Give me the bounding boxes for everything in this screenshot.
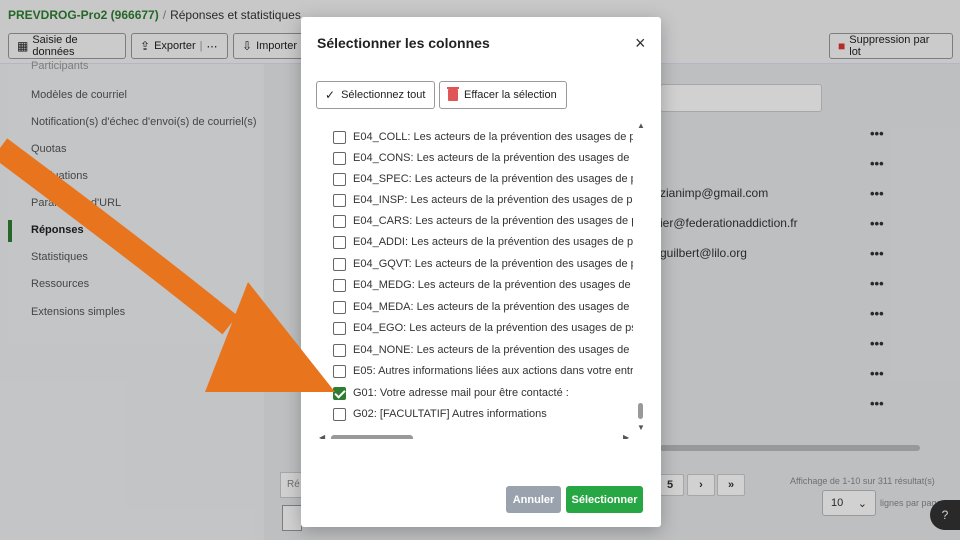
- scroll-thumb[interactable]: [638, 403, 643, 419]
- column-label: E04_SPEC: Les acteurs de la prévention d…: [353, 173, 633, 185]
- close-icon[interactable]: ×: [635, 33, 646, 54]
- column-label: E04_MEDG: Les acteurs de la prévention d…: [353, 279, 633, 291]
- column-label: E04_COLL: Les acteurs de la prévention d…: [353, 131, 633, 143]
- list-item[interactable]: E04_NONE: Les acteurs de la prévention d…: [333, 340, 633, 360]
- list-item[interactable]: E04_COLL: Les acteurs de la prévention d…: [333, 127, 633, 147]
- scroll-up-icon[interactable]: ▲: [637, 121, 645, 130]
- column-label: G01: Votre adresse mail pour être contac…: [353, 387, 569, 399]
- scroll-left-icon[interactable]: ◀: [319, 433, 325, 439]
- checkbox[interactable]: [333, 151, 346, 165]
- list-item[interactable]: G01: Votre adresse mail pour être contac…: [333, 383, 633, 403]
- clear-selection-button[interactable]: Effacer la sélection: [439, 81, 567, 109]
- column-list[interactable]: E04_COLL: Les acteurs de la prévention d…: [317, 117, 647, 439]
- cancel-button[interactable]: Annuler: [506, 486, 561, 513]
- checkbox[interactable]: [333, 193, 346, 207]
- column-label: E04_ADDI: Les acteurs de la prévention d…: [353, 236, 633, 248]
- checkbox[interactable]: [333, 407, 346, 421]
- list-item[interactable]: E04_SPEC: Les acteurs de la prévention d…: [333, 169, 633, 189]
- list-item[interactable]: E04_EGO: Les acteurs de la prévention de…: [333, 318, 633, 338]
- select-button[interactable]: Sélectionner: [566, 486, 643, 513]
- checkbox[interactable]: [333, 343, 346, 357]
- list-item[interactable]: E05: Autres informations liées aux actio…: [333, 361, 633, 381]
- column-label: G02: [FACULTATIF] Autres informations: [353, 408, 547, 420]
- checkbox[interactable]: [333, 130, 346, 144]
- trash-icon: [447, 87, 459, 101]
- list-item[interactable]: G02: [FACULTATIF] Autres informations: [333, 404, 633, 424]
- checkbox[interactable]: [333, 278, 346, 292]
- column-label: E05: Autres informations liées aux actio…: [353, 365, 633, 377]
- scroll-thumb[interactable]: [331, 435, 413, 439]
- column-label: E04_GQVT: Les acteurs de la prévention d…: [353, 258, 633, 270]
- checkbox[interactable]: [333, 172, 346, 186]
- select-all-label: Sélectionnez tout: [341, 89, 426, 101]
- list-horizontal-scrollbar[interactable]: ◀ ▶: [317, 433, 633, 439]
- dialog-title: Sélectionner les colonnes: [317, 35, 490, 51]
- list-item[interactable]: E04_CONS: Les acteurs de la prévention d…: [333, 148, 633, 168]
- clear-selection-label: Effacer la sélection: [464, 89, 557, 101]
- checkbox[interactable]: [333, 300, 346, 314]
- list-item[interactable]: E04_CARS: Les acteurs de la prévention d…: [333, 211, 633, 231]
- list-item[interactable]: E04_MEDA: Les acteurs de la prévention d…: [333, 297, 633, 317]
- list-item[interactable]: E04_INSP: Les acteurs de la prévention d…: [333, 190, 633, 210]
- list-vertical-scrollbar[interactable]: ▲ ▼: [636, 121, 646, 435]
- list-item[interactable]: E04_MEDG: Les acteurs de la prévention d…: [333, 275, 633, 295]
- scroll-down-icon[interactable]: ▼: [637, 423, 645, 432]
- column-label: E04_CONS: Les acteurs de la prévention d…: [353, 152, 633, 164]
- checkbox[interactable]: [333, 235, 346, 249]
- checkbox[interactable]: [333, 257, 346, 271]
- list-item[interactable]: E04_GQVT: Les acteurs de la prévention d…: [333, 254, 633, 274]
- checkbox[interactable]: [333, 321, 346, 335]
- scroll-right-icon[interactable]: ▶: [623, 433, 629, 439]
- checkbox-checked[interactable]: [333, 386, 346, 400]
- column-label: E04_CARS: Les acteurs de la prévention d…: [353, 215, 633, 227]
- column-label: E04_INSP: Les acteurs de la prévention d…: [353, 194, 633, 206]
- list-item[interactable]: E04_ADDI: Les acteurs de la prévention d…: [333, 232, 633, 252]
- column-label: E04_MEDA: Les acteurs de la prévention d…: [353, 301, 633, 313]
- select-columns-dialog: Sélectionner les colonnes × ✓ Sélectionn…: [301, 17, 661, 527]
- check-icon: ✓: [325, 88, 336, 102]
- checkbox[interactable]: [333, 364, 346, 378]
- column-label: E04_NONE: Les acteurs de la prévention d…: [353, 344, 633, 356]
- column-label: E04_EGO: Les acteurs de la prévention de…: [353, 322, 633, 334]
- select-all-button[interactable]: ✓ Sélectionnez tout: [316, 81, 435, 109]
- checkbox[interactable]: [333, 214, 346, 228]
